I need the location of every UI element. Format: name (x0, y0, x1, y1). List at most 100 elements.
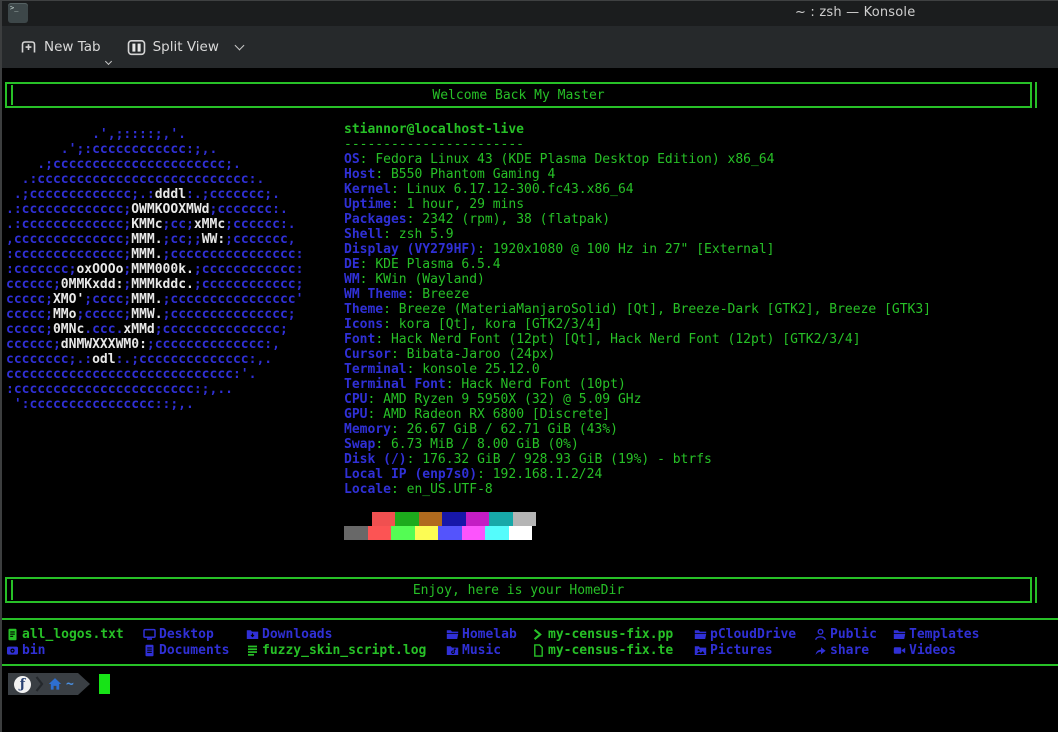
fetch-info-line: Theme: Breeze (MateriaManjaroSolid) [Qt]… (344, 302, 931, 317)
file-column: Downloadsfuzzy_skin_script.log (246, 626, 426, 658)
file-name: all_logos.txt (22, 627, 124, 642)
window-edge-top (0, 0, 1058, 1)
prompt-arrow-icon (78, 673, 90, 695)
file-entry: Homelab (446, 626, 517, 642)
split-view-button[interactable]: Split View (127, 39, 243, 56)
fetch-info-line: Memory: 26.67 GiB / 62.71 GiB (43%) (344, 422, 931, 437)
window-edge (0, 0, 2, 732)
color-palette (344, 512, 931, 540)
file-name: bin (22, 643, 45, 658)
palette-swatch (368, 526, 392, 540)
file-entry: Downloads (246, 626, 426, 642)
titlebar: ~ : zsh — Konsole (0, 0, 1058, 26)
file-entry: Documents (143, 642, 229, 658)
file-icon (532, 644, 545, 657)
palette-swatch (438, 526, 462, 540)
video-icon (893, 644, 906, 657)
file-entry: Music (446, 642, 517, 658)
file-column: Publicshare (814, 626, 877, 658)
file-name: Homelab (462, 627, 517, 642)
file-name: Videos (909, 643, 956, 658)
file-name: Templates (909, 627, 979, 642)
fetch-info-line: Local IP (enp7s0): 192.168.1.2/24 (344, 467, 931, 482)
fetch-info-line: CPU: AMD Ryzen 9 5950X (32) @ 5.09 GHz (344, 392, 931, 407)
folder-open-icon (694, 628, 707, 641)
bin-icon (6, 644, 19, 657)
folder-image-icon (694, 644, 707, 657)
prompt-segment: ƒ ~ (8, 673, 78, 695)
person-icon (814, 628, 827, 641)
fetch-info-line: OS: Fedora Linux 43 (KDE Plasma Desktop … (344, 152, 931, 167)
log-icon (246, 644, 259, 657)
palette-swatch (348, 512, 372, 526)
window-title: ~ : zsh — Konsole (795, 5, 915, 20)
fetch-info-line: Shell: zsh 5.9 (344, 227, 931, 242)
file-column: TemplatesVideos (893, 626, 979, 658)
split-view-dropdown-icon[interactable] (234, 41, 244, 51)
fetch-info-line: WM: KWin (Wayland) (344, 272, 931, 287)
file-entry: my-census-fix.pp (532, 626, 673, 642)
file-column: my-census-fix.ppmy-census-fix.te (532, 626, 673, 658)
file-text-icon (6, 628, 19, 641)
file-name: Music (462, 643, 501, 658)
palette-swatch (391, 526, 415, 540)
file-entry: Videos (893, 642, 979, 658)
file-column: pCloudDrivePictures (694, 626, 796, 658)
palette-swatch (395, 512, 419, 526)
user-host: stiannor@localhost-live (344, 122, 931, 137)
fetch-info-line: Uptime: 1 hour, 29 mins (344, 197, 931, 212)
prompt-path: ~ (66, 677, 74, 692)
fetch-info-line: Icons: kora [Qt], kora [GTK2/3/4] (344, 317, 931, 332)
konsole-app-icon (8, 3, 28, 23)
palette-swatch (485, 526, 509, 540)
document-icon (143, 644, 156, 657)
new-tab-button[interactable]: New Tab (20, 39, 101, 55)
file-entry: fuzzy_skin_script.log (246, 642, 426, 658)
file-name: Public (830, 627, 877, 642)
fetch-info-line: Terminal Font: Hack Nerd Font (10pt) (344, 377, 931, 392)
file-name: pCloudDrive (710, 627, 796, 642)
welcome-banner: Welcome Back My Master (5, 82, 1032, 108)
file-entry: bin (6, 642, 124, 658)
file-column: HomelabMusic (446, 626, 517, 658)
palette-swatch (415, 526, 439, 540)
palette-row-1 (344, 512, 931, 526)
split-view-icon (127, 39, 146, 56)
file-entry: pCloudDrive (694, 626, 796, 642)
homedir-banner-text: Enjoy, here is your HomeDir (413, 583, 624, 598)
fetch-info: stiannor@localhost-live ----------------… (344, 122, 931, 540)
file-name: my-census-fix.pp (548, 627, 673, 642)
file-entry: my-census-fix.te (532, 642, 673, 658)
file-name: Downloads (262, 627, 332, 642)
folder-music-icon (446, 644, 459, 657)
prompt-separator-icon (35, 675, 44, 693)
fetch-info-list: OS: Fedora Linux 43 (KDE Plasma Desktop … (344, 152, 931, 497)
file-name: my-census-fix.te (548, 643, 673, 658)
fetch-info-line: Font: Hack Nerd Font (12pt) [Qt], Hack N… (344, 332, 931, 347)
fetch-info-line: Display (VY279HF): 1920x1080 @ 100 Hz in… (344, 242, 931, 257)
homedir-banner: Enjoy, here is your HomeDir (5, 577, 1032, 603)
palette-swatch (513, 512, 537, 526)
new-tab-dropdown-icon[interactable] (105, 58, 112, 65)
fetch-info-line: Swap: 6.73 MiB / 8.00 GiB (0%) (344, 437, 931, 452)
terminal-cursor[interactable] (99, 674, 110, 694)
fetch-info-line: GPU: AMD Radeon RX 6800 [Discrete] (344, 407, 931, 422)
file-column: DesktopDocuments (143, 626, 229, 658)
fedora-logo-icon: ƒ (14, 676, 31, 693)
palette-row-2 (344, 526, 931, 540)
shell-prompt[interactable]: ƒ ~ (0, 673, 1058, 695)
file-name: Documents (159, 643, 229, 658)
monitor-icon (143, 628, 156, 641)
file-column: all_logos.txtbin (6, 626, 124, 658)
palette-swatch (372, 512, 396, 526)
welcome-banner-text: Welcome Back My Master (432, 88, 604, 103)
file-entry: share (814, 642, 877, 658)
file-name: Pictures (710, 643, 773, 658)
file-listing: all_logos.txtbin DesktopDocuments Download… (0, 626, 1058, 662)
terminal-view[interactable]: Welcome Back My Master .',;::::;,'. .';:… (0, 82, 1058, 732)
fetch-info-line: Terminal: konsole 25.12.0 (344, 362, 931, 377)
fetch-info-line: Kernel: Linux 6.17.12-300.fc43.x86_64 (344, 182, 931, 197)
fetch-info-line: DE: KDE Plasma 6.5.4 (344, 257, 931, 272)
home-icon (48, 677, 62, 691)
share-icon (814, 644, 827, 657)
